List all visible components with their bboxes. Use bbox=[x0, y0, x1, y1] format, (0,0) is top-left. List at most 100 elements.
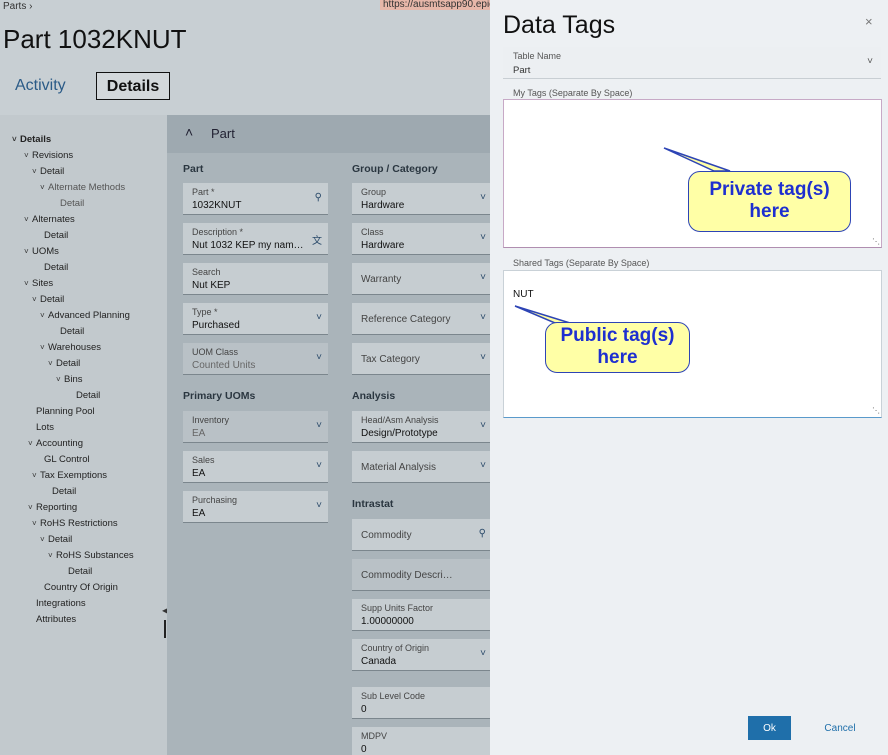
tree-item[interactable]: ˅ Revisions bbox=[24, 150, 73, 161]
tree-item[interactable]: ˅ Warehouses bbox=[40, 342, 101, 353]
country-of-origin-select[interactable]: Country of Origin Canada ˅ bbox=[352, 639, 490, 671]
tax-category-select[interactable]: Tax Category ˅ bbox=[352, 343, 490, 375]
tree-item[interactable]: ˅ Tax Exemptions bbox=[32, 470, 107, 481]
tree-item[interactable]: ˅ Detail bbox=[40, 534, 72, 545]
field-value: Hardware bbox=[361, 200, 405, 211]
resize-grip-icon[interactable]: ⋱ bbox=[872, 237, 880, 246]
chevron-down-icon[interactable]: ˅ bbox=[40, 311, 48, 320]
chevron-down-icon[interactable]: ˅ bbox=[56, 375, 64, 384]
tree-item-label: UOMs bbox=[32, 246, 59, 257]
tree-item[interactable]: Attributes bbox=[28, 614, 76, 625]
field-value: Purchased bbox=[192, 320, 240, 331]
field-label: Supp Units Factor bbox=[361, 603, 434, 613]
chevron-down-icon[interactable]: ˅ bbox=[48, 551, 56, 560]
type-select[interactable]: Type * Purchased ˅ bbox=[183, 303, 328, 335]
group-heading-analysis: Analysis bbox=[352, 390, 396, 402]
chevron-down-icon[interactable]: ˅ bbox=[28, 503, 36, 512]
chevron-down-icon[interactable]: ˅ bbox=[40, 183, 48, 192]
chevron-down-icon[interactable]: ˅ bbox=[32, 295, 40, 304]
supp-units-factor-field[interactable]: Supp Units Factor 1.00000000 bbox=[352, 599, 490, 631]
field-label: MDPV bbox=[361, 731, 388, 741]
chevron-down-icon[interactable]: ˅ bbox=[24, 279, 32, 288]
commodity-description-field[interactable]: Commodity Descri… bbox=[352, 559, 490, 591]
tree-item[interactable]: ˅ Reporting bbox=[28, 502, 77, 513]
tree-item[interactable]: Detail bbox=[52, 326, 84, 337]
tree-item[interactable]: ˅ Detail bbox=[32, 166, 64, 177]
tree-item[interactable]: Detail bbox=[36, 262, 68, 273]
field-value: 0 bbox=[361, 744, 367, 755]
splitter-handle[interactable] bbox=[164, 620, 166, 638]
field-label: Commodity Descri… bbox=[361, 570, 453, 581]
chevron-down-icon[interactable]: ˅ bbox=[32, 471, 40, 480]
field-label: Sales bbox=[192, 455, 215, 465]
search-icon[interactable]: ⚲ bbox=[479, 528, 486, 539]
material-analysis-select[interactable]: Material Analysis ˅ bbox=[352, 451, 490, 483]
part-field[interactable]: Part * 1032KNUT ⚲ bbox=[183, 183, 328, 215]
tab-details[interactable]: Details bbox=[96, 72, 170, 100]
chevron-down-icon[interactable]: ˅ bbox=[24, 215, 32, 224]
field-label: Description * bbox=[192, 227, 244, 237]
field-label: Country of Origin bbox=[361, 643, 430, 653]
reference-category-select[interactable]: Reference Category ˅ bbox=[352, 303, 490, 335]
tree-item[interactable]: Planning Pool bbox=[28, 406, 95, 417]
tree-item[interactable]: ˅ Bins bbox=[56, 374, 82, 385]
tree-item[interactable]: ˅ Alternate Methods bbox=[40, 182, 125, 193]
close-icon[interactable]: × bbox=[865, 14, 873, 29]
search-icon[interactable]: ⚲ bbox=[315, 192, 322, 203]
tree-item[interactable]: Detail bbox=[36, 230, 68, 241]
breadcrumb[interactable]: Parts › bbox=[3, 1, 32, 12]
field-label: Sub Level Code bbox=[361, 691, 426, 701]
section-header-part[interactable]: ˄ Part bbox=[167, 115, 490, 153]
chevron-down-icon[interactable]: ˅ bbox=[24, 151, 32, 160]
tab-activity[interactable]: Activity bbox=[15, 72, 66, 100]
translate-icon[interactable]: 文 bbox=[312, 232, 322, 247]
resize-grip-icon[interactable]: ⋱ bbox=[872, 406, 880, 415]
chevron-down-icon[interactable]: ˅ bbox=[12, 135, 20, 144]
tree-item[interactable]: Detail bbox=[68, 390, 100, 401]
tree-item[interactable]: ˅ Accounting bbox=[28, 438, 83, 449]
chevron-down-icon[interactable]: ˅ bbox=[24, 247, 32, 256]
tree-item[interactable]: ˅ Details bbox=[12, 134, 51, 145]
tree-item[interactable]: ˅ RoHS Substances bbox=[48, 550, 134, 561]
tree-item[interactable]: ˅ Detail bbox=[32, 294, 64, 305]
search-field[interactable]: Search Nut KEP bbox=[183, 263, 328, 295]
warranty-select[interactable]: Warranty ˅ bbox=[352, 263, 490, 295]
chevron-down-icon[interactable]: ˅ bbox=[28, 439, 36, 448]
chevron-down-icon: ˅ bbox=[316, 312, 322, 323]
purchasing-uom-select[interactable]: Purchasing EA ˅ bbox=[183, 491, 328, 523]
chevron-down-icon[interactable]: ˅ bbox=[48, 359, 56, 368]
tree-item[interactable]: Detail bbox=[60, 566, 92, 577]
class-select[interactable]: Class Hardware ˅ bbox=[352, 223, 490, 255]
chevron-down-icon[interactable]: ˅ bbox=[32, 167, 40, 176]
sales-uom-select[interactable]: Sales EA ˅ bbox=[183, 451, 328, 483]
sub-level-code-field[interactable]: Sub Level Code 0 bbox=[352, 687, 490, 719]
tree-item[interactable]: ˅ UOMs bbox=[24, 246, 59, 257]
tree-item[interactable]: ˅ Sites bbox=[24, 278, 53, 289]
tree-item[interactable]: Detail bbox=[52, 198, 84, 209]
tree-item[interactable]: Integrations bbox=[28, 598, 86, 609]
tree-item[interactable]: Country Of Origin bbox=[36, 582, 118, 593]
inventory-uom-select[interactable]: Inventory EA ˅ bbox=[183, 411, 328, 443]
chevron-down-icon[interactable]: ˅ bbox=[40, 343, 48, 352]
uom-class-select[interactable]: UOM Class Counted Units ˅ bbox=[183, 343, 328, 375]
commodity-field[interactable]: Commodity ⚲ bbox=[352, 519, 490, 551]
background-app: Parts › https://ausmtsapp90.epico Part 1… bbox=[0, 0, 490, 755]
tree-item[interactable]: Detail bbox=[44, 486, 76, 497]
tree-item[interactable]: ˅ Detail bbox=[48, 358, 80, 369]
ok-button[interactable]: Ok bbox=[748, 716, 791, 740]
tree-item[interactable]: ˅ RoHS Restrictions bbox=[32, 518, 118, 529]
chevron-down-icon[interactable]: ˅ bbox=[40, 535, 48, 544]
head-asm-analysis-select[interactable]: Head/Asm Analysis Design/Prototype ˅ bbox=[352, 411, 490, 443]
tree-item-label: Detail bbox=[40, 166, 65, 177]
tree-item[interactable]: GL Control bbox=[36, 454, 90, 465]
table-name-select[interactable]: Table Name Part ˅ bbox=[503, 47, 881, 79]
tree-item[interactable]: Lots bbox=[28, 422, 54, 433]
tree-item[interactable]: ˅ Alternates bbox=[24, 214, 75, 225]
chevron-down-icon[interactable]: ˅ bbox=[32, 519, 40, 528]
mdpv-field[interactable]: MDPV 0 bbox=[352, 727, 490, 755]
tree-item[interactable]: ˅ Advanced Planning bbox=[40, 310, 130, 321]
group-select[interactable]: Group Hardware ˅ bbox=[352, 183, 490, 215]
chevron-up-icon: ˄ bbox=[185, 124, 194, 140]
cancel-button[interactable]: Cancel bbox=[818, 716, 862, 740]
description-field[interactable]: Description * Nut 1032 KEP my nam… 文 bbox=[183, 223, 328, 255]
